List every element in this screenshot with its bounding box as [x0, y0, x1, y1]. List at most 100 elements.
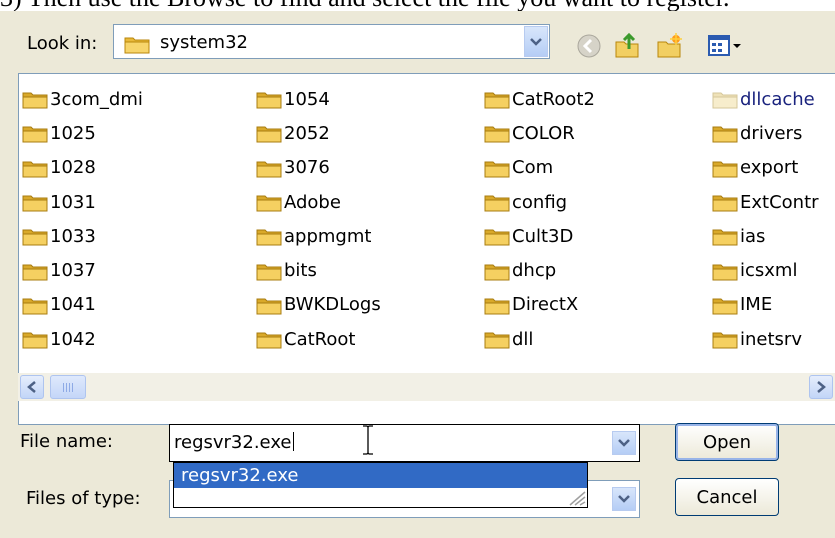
folder-name: drivers — [740, 122, 803, 144]
scroll-left-button[interactable] — [20, 375, 44, 399]
folder-name: appmgmt — [284, 225, 372, 247]
folder-item[interactable]: appmgmt — [256, 219, 381, 253]
open-button[interactable]: Open — [675, 423, 779, 461]
folder-icon — [124, 34, 150, 58]
folder-item[interactable]: drivers — [712, 116, 819, 150]
look-in-dropdown-button[interactable] — [524, 26, 548, 57]
views-menu-button[interactable] — [705, 31, 745, 61]
folder-icon — [712, 295, 738, 315]
folder-item[interactable]: 1033 — [22, 219, 143, 253]
folder-icon — [484, 158, 510, 178]
folder-item[interactable]: config — [484, 185, 595, 219]
folder-icon — [256, 329, 282, 349]
folder-item[interactable]: 2052 — [256, 116, 381, 150]
up-one-level-button[interactable] — [612, 31, 642, 61]
folder-item[interactable]: Adobe — [256, 185, 381, 219]
folder-item[interactable]: dllcache — [712, 82, 819, 116]
file-name-combobox[interactable]: regsvr32.exe — [169, 424, 640, 462]
folder-item[interactable]: IME — [712, 288, 819, 322]
folder-item[interactable]: DirectX — [484, 288, 595, 322]
folder-name: CatRoot2 — [512, 88, 595, 110]
folder-icon — [712, 329, 738, 349]
autocomplete-dropdown: regsvr32.exe — [173, 462, 588, 508]
autocomplete-item[interactable]: regsvr32.exe — [174, 463, 587, 488]
chevron-down-icon — [618, 439, 630, 447]
scroll-right-button[interactable] — [809, 375, 833, 399]
folder-item[interactable]: Com — [484, 151, 595, 185]
folder-icon — [484, 123, 510, 143]
folder-item[interactable]: CatRoot — [256, 322, 381, 356]
folder-icon — [712, 192, 738, 212]
folder-name: 1033 — [50, 225, 96, 247]
folder-icon — [484, 89, 510, 109]
folder-name: 2052 — [284, 122, 330, 144]
folder-item[interactable]: 3076 — [256, 151, 381, 185]
folder-icon — [484, 329, 510, 349]
folder-icon — [256, 226, 282, 246]
folder-item[interactable]: bits — [256, 253, 381, 287]
folder-name: 1041 — [50, 294, 96, 316]
folder-item[interactable]: COLOR — [484, 116, 595, 150]
folder-icon — [256, 295, 282, 315]
back-button[interactable] — [574, 31, 604, 61]
folder-icon — [22, 192, 48, 212]
folder-item[interactable]: 1031 — [22, 185, 143, 219]
folder-icon — [256, 123, 282, 143]
folder-icon — [22, 158, 48, 178]
scrollbar-thumb[interactable] — [50, 375, 86, 399]
views-menu-icon — [708, 35, 741, 56]
folder-item[interactable]: ias — [712, 219, 819, 253]
folder-icon — [484, 295, 510, 315]
folder-item[interactable]: icsxml — [712, 253, 819, 287]
folder-item[interactable]: Cult3D — [484, 219, 595, 253]
look-in-combobox[interactable]: system32 — [113, 24, 550, 59]
folder-name: 1037 — [50, 260, 96, 282]
up-folder-icon — [615, 32, 639, 58]
folder-item[interactable]: dhcp — [484, 253, 595, 287]
folder-icon — [22, 226, 48, 246]
folder-name: 1028 — [50, 157, 96, 179]
cancel-button-label: Cancel — [696, 486, 758, 508]
folder-item[interactable]: 1041 — [22, 288, 143, 322]
folder-name: config — [512, 191, 568, 213]
file-name-input[interactable]: regsvr32.exe — [174, 432, 294, 453]
folder-item[interactable]: 1025 — [22, 116, 143, 150]
folder-item[interactable]: 3com_dmi — [22, 82, 143, 116]
folder-item[interactable]: ExtContr — [712, 185, 819, 219]
create-new-folder-button[interactable] — [654, 31, 684, 61]
file-list-column: 3com_dmi 1025 1028 1031 1033 1037 1041 1042 — [22, 82, 143, 356]
resize-grip-icon[interactable] — [564, 490, 586, 506]
folder-item[interactable]: BWKDLogs — [256, 288, 381, 322]
folder-icon — [484, 226, 510, 246]
folder-item[interactable]: 1054 — [256, 82, 381, 116]
folder-icon — [256, 261, 282, 281]
folder-name: 1031 — [50, 191, 96, 213]
folder-item[interactable]: CatRoot2 — [484, 82, 595, 116]
open-file-dialog: Look in: system32 3com_dmi 1025 1028 1031 10… — [0, 11, 835, 538]
folder-item[interactable]: export — [712, 151, 819, 185]
file-name-dropdown-button[interactable] — [612, 431, 636, 455]
folder-item[interactable]: 1042 — [22, 322, 143, 356]
folder-name: IME — [740, 294, 773, 316]
folder-item[interactable]: inetsrv — [712, 322, 819, 356]
cancel-button[interactable]: Cancel — [675, 478, 779, 516]
file-list-column: CatRoot2 COLOR Com config Cult3D dhcp DirectX d… — [484, 82, 595, 356]
folder-icon — [712, 89, 738, 109]
horizontal-scrollbar[interactable] — [18, 373, 835, 401]
files-of-type-dropdown-button[interactable] — [612, 487, 636, 511]
folder-item[interactable]: 1028 — [22, 151, 143, 185]
file-list-column: 1054 2052 3076 Adobe appmgmt bits BWKDLogs CatR… — [256, 82, 381, 356]
folder-item[interactable]: dll — [484, 322, 595, 356]
file-name-value: regsvr32.exe — [174, 432, 292, 453]
folder-icon — [712, 123, 738, 143]
folder-name: bits — [284, 260, 317, 282]
folder-name: 1042 — [50, 328, 96, 350]
folder-icon — [22, 123, 48, 143]
folder-name: icsxml — [740, 260, 798, 282]
folder-item[interactable]: 1037 — [22, 253, 143, 287]
folder-name: CatRoot — [284, 328, 356, 350]
folder-icon — [22, 329, 48, 349]
files-of-type-label: Files of type: — [26, 488, 141, 509]
look-in-value: system32 — [160, 32, 248, 53]
folder-icon — [712, 261, 738, 281]
